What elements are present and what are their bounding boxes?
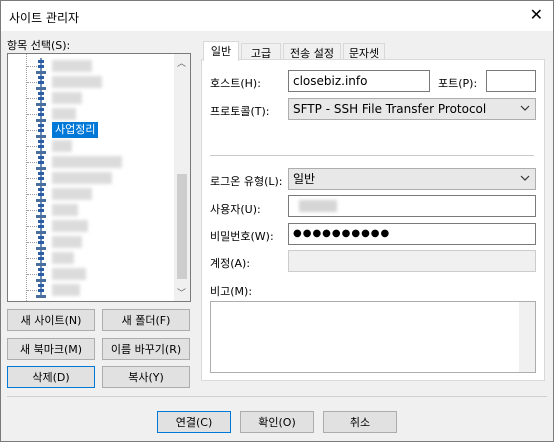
server-icon (36, 106, 46, 122)
user-input[interactable] (288, 195, 536, 217)
redacted-site-name (52, 284, 80, 296)
tree-item[interactable] (8, 234, 168, 250)
account-input (288, 250, 536, 272)
window-title: 사이트 관리자 (9, 11, 80, 25)
port-label: 포트(P): (438, 77, 478, 90)
tree-item[interactable] (8, 90, 168, 106)
tree-item[interactable] (8, 186, 168, 202)
ok-button[interactable]: 확인(O) (240, 411, 314, 433)
host-label: 호스트(H): (210, 77, 261, 90)
account-label: 계정(A): (210, 257, 251, 270)
general-panel: 호스트(H): closebiz.info 포트(P): 프로토콜(T): SF… (201, 59, 545, 381)
server-icon (36, 170, 46, 186)
chevron-down-icon (520, 105, 530, 111)
tree-item[interactable] (8, 154, 168, 170)
selected-site-name[interactable]: 사업정리 (52, 122, 99, 138)
server-icon (36, 282, 46, 298)
copy-button[interactable]: 복사(Y) (102, 366, 190, 388)
tree-item[interactable] (8, 282, 168, 298)
comment-label: 비고(M): (210, 285, 253, 298)
tree-item[interactable] (8, 138, 168, 154)
scroll-up-icon[interactable]: ︿ (177, 56, 186, 69)
redacted-site-name (52, 140, 72, 152)
redacted-site-name (52, 156, 122, 168)
server-icon (36, 90, 46, 106)
tree-item[interactable] (8, 170, 168, 186)
comment-textarea[interactable] (210, 301, 536, 373)
server-icon (36, 154, 46, 170)
server-icon (36, 186, 46, 202)
user-label: 사용자(U): (210, 203, 261, 216)
tree-item[interactable] (8, 58, 168, 74)
protocol-value: SFTP - SSH File Transfer Protocol (293, 102, 487, 116)
tree-item-selected[interactable]: 사업정리 (8, 122, 168, 138)
scrollbar-thumb[interactable] (177, 174, 187, 279)
tree-item[interactable] (8, 74, 168, 90)
divider (210, 155, 534, 156)
redacted-site-name (52, 60, 92, 72)
tree-item[interactable] (8, 250, 168, 266)
server-icon (36, 234, 46, 250)
logon-type-label: 로그온 유형(L): (210, 175, 283, 188)
host-input[interactable]: closebiz.info (288, 70, 430, 92)
new-site-button[interactable]: 새 사이트(N) (7, 309, 95, 331)
redacted-site-name (52, 268, 86, 280)
cancel-button[interactable]: 취소 (323, 411, 397, 433)
server-icon (36, 218, 46, 234)
redacted-site-name (52, 108, 76, 120)
footer-divider (7, 396, 547, 397)
protocol-label: 프로토콜(T): (210, 105, 270, 118)
site-tree[interactable]: 사업정리 ︿ ﹀ (7, 53, 191, 302)
redacted-site-name (52, 220, 88, 232)
tab-general[interactable]: 일반 (203, 41, 239, 61)
redacted-username (299, 200, 337, 212)
server-icon (36, 202, 46, 218)
tree-item[interactable] (8, 266, 168, 282)
password-input[interactable]: ●●●●●●●●●● (288, 223, 536, 245)
new-bookmark-button[interactable]: 새 북마크(M) (7, 338, 95, 360)
close-icon[interactable]: ✕ (530, 7, 543, 23)
redacted-site-name (52, 236, 82, 248)
new-folder-button[interactable]: 새 폴더(F) (102, 309, 190, 331)
redacted-site-name (52, 204, 78, 216)
comment-scrollbar[interactable] (519, 302, 535, 372)
redacted-site-name (52, 92, 82, 104)
delete-button[interactable]: 삭제(D) (7, 366, 95, 388)
logon-type-value: 일반 (293, 172, 316, 186)
server-icon (36, 58, 46, 74)
logon-type-select[interactable]: 일반 (288, 168, 536, 190)
password-label: 비밀번호(W): (210, 230, 274, 243)
connect-button[interactable]: 연결(C) (157, 411, 231, 433)
port-input[interactable] (486, 70, 536, 92)
rename-button[interactable]: 이름 바꾸기(R) (102, 338, 190, 360)
scroll-down-icon[interactable]: ﹀ (177, 286, 186, 299)
redacted-site-name (52, 172, 112, 184)
tree-item[interactable] (8, 106, 168, 122)
server-icon (36, 74, 46, 90)
redacted-site-name (52, 188, 92, 200)
redacted-site-name (52, 252, 74, 264)
tree-scrollbar[interactable]: ︿ ﹀ (174, 54, 190, 301)
protocol-select[interactable]: SFTP - SSH File Transfer Protocol (288, 98, 536, 120)
tree-label: 항목 선택(S): (7, 39, 71, 52)
server-icon (36, 122, 46, 138)
tree-item[interactable] (8, 218, 168, 234)
chevron-down-icon (520, 175, 530, 181)
server-icon (36, 138, 46, 154)
tree-item[interactable] (8, 202, 168, 218)
server-icon (36, 250, 46, 266)
title-bar: 사이트 관리자 ✕ (1, 1, 553, 31)
redacted-site-name (52, 76, 102, 88)
site-manager-window: 사이트 관리자 ✕ 항목 선택(S): 사업정리 ︿ ﹀ 새 사이트(N) 새 … (0, 0, 554, 442)
server-icon (36, 266, 46, 282)
